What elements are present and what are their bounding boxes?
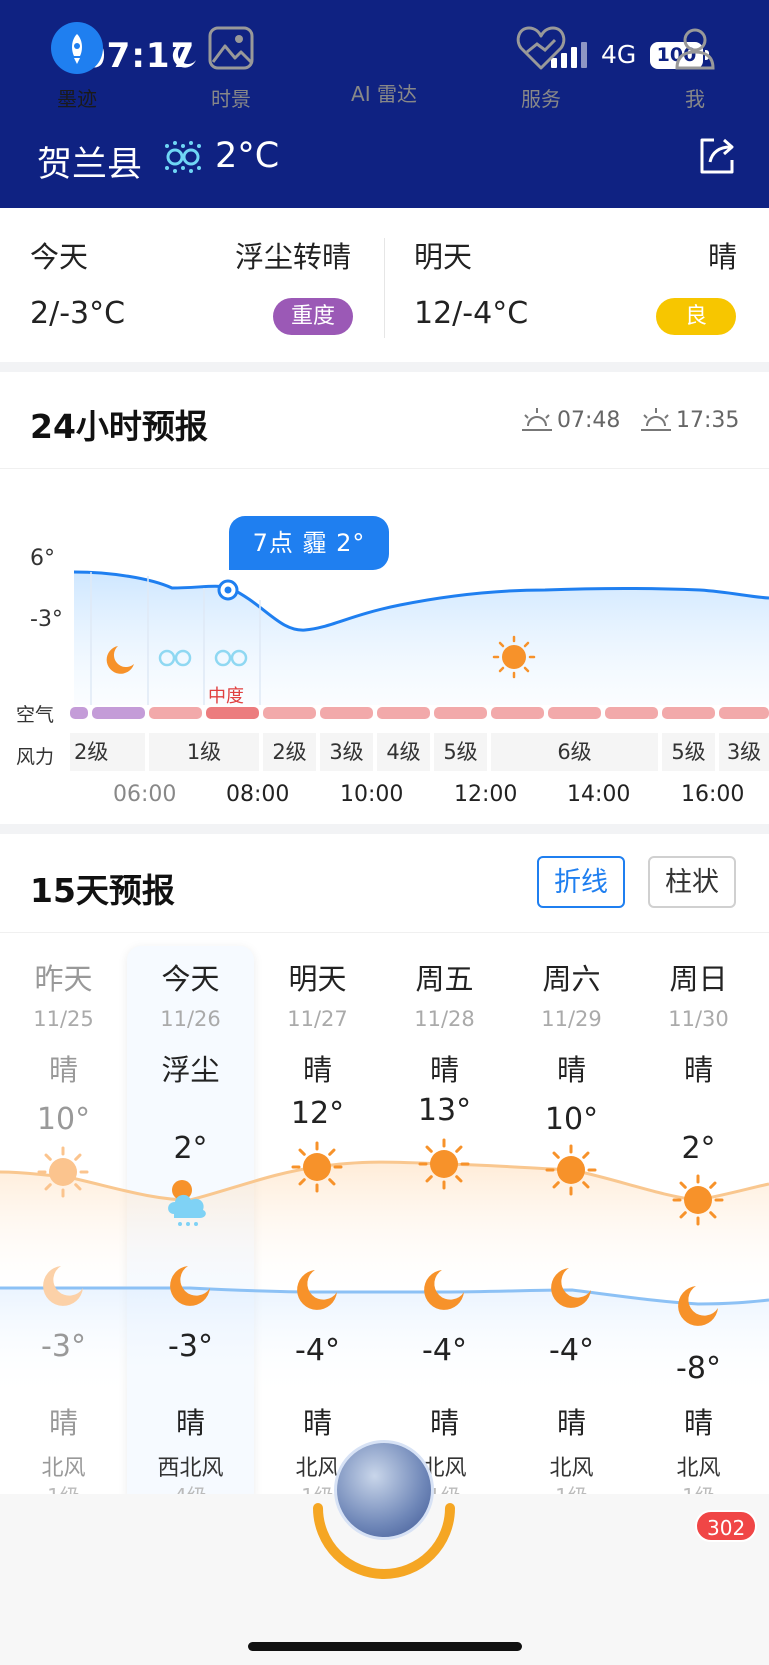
sun-icon [291, 1141, 343, 1193]
day-high-temp: 2° [173, 1131, 208, 1166]
wind-direction: 北风 [41, 1456, 86, 1481]
moon-icon [43, 1266, 83, 1306]
ai-radar-button[interactable] [334, 1440, 434, 1540]
wind-direction: 西北风 [157, 1456, 224, 1481]
day-name: 明天 [288, 962, 347, 996]
day-high-temp: 13° [417, 1093, 472, 1128]
tab-services[interactable]: 服务 [486, 22, 596, 112]
day-high-temp: 2° [681, 1131, 716, 1166]
day-name: 昨天 [34, 962, 93, 996]
day-high-temp: 12° [290, 1096, 345, 1131]
day-low-temp: -4° [295, 1333, 340, 1368]
night-weather: 晴 [556, 1406, 586, 1440]
day-low-temp: -4° [422, 1333, 467, 1368]
tab-label: AI 雷达 [351, 82, 417, 106]
day-date: 11/27 [287, 1007, 348, 1031]
sun-icon [418, 1138, 470, 1190]
day-weather: 浮尘 [161, 1053, 220, 1087]
day-low-temp: -3° [168, 1329, 213, 1364]
tab-label: 时景 [211, 87, 251, 111]
day-low-temp: -3° [41, 1329, 86, 1364]
day-date: 11/29 [541, 1007, 602, 1031]
wind-direction: 北风 [549, 1456, 594, 1481]
sun-icon [672, 1174, 724, 1226]
dust-cloud-icon [168, 1180, 206, 1226]
day-date: 11/30 [668, 1007, 729, 1031]
wind-direction: 北风 [676, 1456, 721, 1481]
day-high-temp: 10° [36, 1102, 91, 1137]
tab-label: 墨迹 [57, 87, 97, 111]
heart-icon [516, 26, 566, 70]
tab-me[interactable]: 我 [640, 22, 750, 112]
sun-icon [37, 1146, 89, 1198]
night-weather: 晴 [683, 1406, 713, 1440]
notification-badge: 302 [695, 1510, 758, 1542]
day-weather: 晴 [302, 1053, 332, 1087]
home-indicator [248, 1642, 522, 1651]
tab-scenery[interactable]: 时景 [176, 22, 286, 112]
night-weather: 晴 [302, 1406, 332, 1440]
tab-label: 我 [685, 87, 705, 111]
moon-icon [551, 1268, 591, 1308]
daily-temperature-chart[interactable] [0, 0, 769, 1500]
day-high-temp: 10° [544, 1102, 599, 1137]
day-weather: 晴 [683, 1053, 713, 1087]
day-date: 11/28 [414, 1007, 475, 1031]
day-low-temp: -8° [676, 1351, 721, 1386]
moon-icon [297, 1270, 337, 1310]
photo-icon [208, 26, 254, 70]
day-low-temp: -4° [549, 1333, 594, 1368]
tab-ai-radar[interactable]: AI 雷达 [329, 74, 439, 107]
night-weather: 晴 [175, 1406, 205, 1440]
day-weather: 晴 [48, 1053, 78, 1087]
day-date: 11/26 [160, 1007, 221, 1031]
day-name: 周日 [669, 962, 728, 996]
day-weather: 晴 [556, 1053, 586, 1087]
tab-label: 服务 [521, 87, 561, 111]
night-weather: 晴 [48, 1406, 78, 1440]
day-name: 周五 [415, 962, 474, 996]
user-icon [675, 28, 715, 70]
day-date: 11/25 [33, 1007, 94, 1031]
tab-moji[interactable]: 墨迹 [22, 22, 132, 112]
day-weather: 晴 [429, 1053, 459, 1087]
night-weather: 晴 [429, 1406, 459, 1440]
day-name: 今天 [161, 962, 220, 996]
day-name: 周六 [542, 962, 601, 996]
moon-icon [170, 1266, 210, 1306]
moon-icon [424, 1270, 464, 1310]
rocket-icon [51, 22, 103, 74]
sun-icon [545, 1144, 597, 1196]
moon-icon [678, 1286, 718, 1326]
